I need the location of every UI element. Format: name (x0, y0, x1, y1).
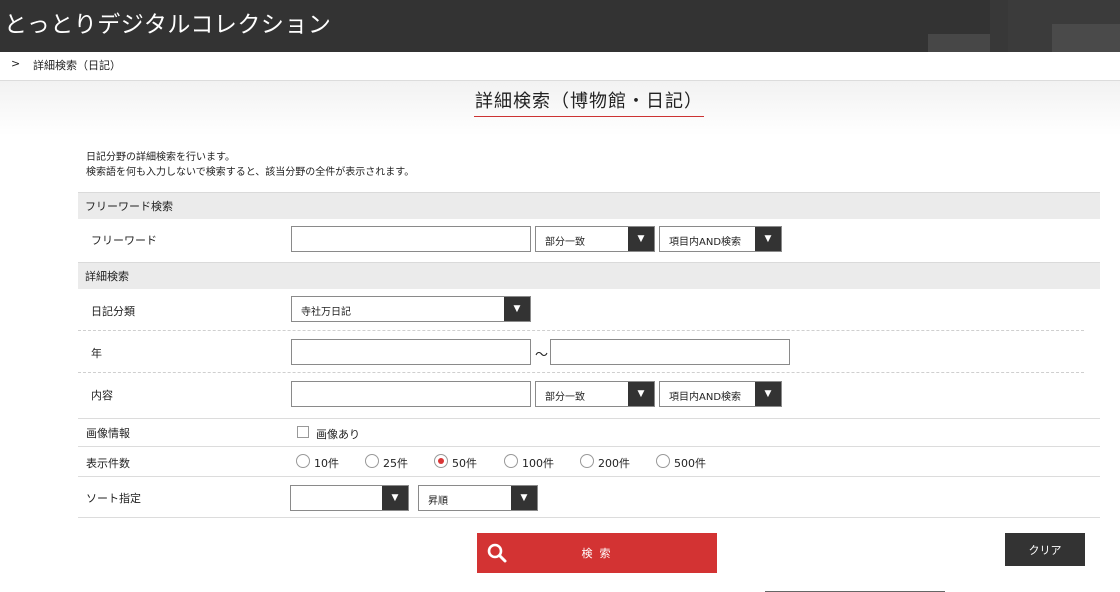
display-count-radio-10[interactable] (296, 454, 310, 468)
content-label: 内容 (91, 389, 113, 402)
chevron-down-icon: ▼ (511, 486, 537, 510)
select-value: 項目内AND検索 (669, 392, 742, 403)
site-header: とっとりデジタルコレクション (0, 0, 1120, 52)
freeword-input[interactable] (291, 226, 531, 252)
display-count-option: 200件 (598, 457, 630, 470)
image-info-label: 画像情報 (86, 427, 130, 440)
site-title-link[interactable]: とっとりデジタルコレクション (4, 10, 331, 40)
display-count-radio-500[interactable] (656, 454, 670, 468)
clear-button[interactable]: クリア (1005, 533, 1085, 566)
image-available-checkbox[interactable] (297, 426, 309, 438)
year-label: 年 (91, 347, 102, 360)
display-count-option: 500件 (674, 457, 706, 470)
chevron-down-icon: ▼ (504, 297, 530, 321)
select-value: 項目内AND検索 (669, 237, 742, 248)
display-count-radio-25[interactable] (365, 454, 379, 468)
breadcrumb: > 詳細検索（日記） (0, 52, 1120, 81)
freeword-section-heading: フリーワード検索 (78, 192, 1100, 219)
display-count-radio-50[interactable] (434, 454, 448, 468)
sort-field-select[interactable]: ▼ (290, 485, 409, 511)
section-heading-text: 詳細検索 (85, 270, 129, 283)
chevron-down-icon: ▼ (628, 227, 654, 251)
intro-line: 検索語を何も入力しないで検索すると、該当分野の全件が表示されます。 (86, 167, 415, 178)
display-count-radio-100[interactable] (504, 454, 518, 468)
content-match-select[interactable]: 部分一致 ▼ (535, 381, 655, 407)
display-count-option: 50件 (452, 457, 477, 470)
row-divider (78, 372, 1084, 373)
year-range-separator: ～ (535, 348, 549, 363)
sort-label: ソート指定 (86, 492, 141, 505)
display-count-option: 25件 (383, 457, 408, 470)
row-divider (78, 517, 1100, 518)
chevron-down-icon: ▼ (755, 382, 781, 406)
search-button[interactable]: 検 索 (477, 533, 717, 573)
freeword-logic-select[interactable]: 項目内AND検索 ▼ (659, 226, 782, 252)
display-count-option: 100件 (522, 457, 554, 470)
chevron-down-icon: ▼ (628, 382, 654, 406)
row-divider (78, 476, 1100, 477)
sort-order-select[interactable]: 昇順 ▼ (418, 485, 538, 511)
select-value: 部分一致 (545, 237, 585, 248)
intro-text: 日記分野の詳細検索を行います。 検索語を何も入力しないで検索すると、該当分野の全… (86, 150, 414, 180)
row-divider (78, 446, 1100, 447)
freeword-match-select[interactable]: 部分一致 ▼ (535, 226, 655, 252)
header-decoration (1052, 24, 1120, 52)
display-count-label: 表示件数 (86, 457, 130, 470)
page-title: 詳細検索（博物館・日記） (474, 90, 704, 117)
year-from-input[interactable] (291, 339, 531, 365)
header-decoration (928, 34, 990, 52)
category-select[interactable]: 寺社万日記 ▼ (291, 296, 531, 322)
intro-line: 日記分野の詳細検索を行います。 (86, 152, 235, 163)
image-available-label: 画像あり (316, 428, 360, 441)
section-heading-text: フリーワード検索 (85, 200, 173, 213)
content-input[interactable] (291, 381, 531, 407)
header-decoration (990, 0, 1008, 52)
display-count-radio-200[interactable] (580, 454, 594, 468)
category-label: 日記分類 (91, 305, 135, 318)
year-to-input[interactable] (550, 339, 790, 365)
chevron-down-icon: ▼ (382, 486, 408, 510)
display-count-option: 10件 (314, 457, 339, 470)
content-logic-select[interactable]: 項目内AND検索 ▼ (659, 381, 782, 407)
breadcrumb-separator: > (11, 57, 21, 70)
select-value: 寺社万日記 (301, 307, 351, 318)
freeword-label: フリーワード (91, 234, 157, 247)
select-value: 昇順 (428, 496, 448, 507)
search-button-label: 検 索 (581, 548, 613, 560)
breadcrumb-current: 詳細検索（日記） (33, 59, 121, 72)
select-value: 部分一致 (545, 392, 585, 403)
detail-section-heading: 詳細検索 (78, 262, 1100, 289)
row-divider (78, 418, 1100, 419)
row-divider (78, 330, 1084, 331)
chevron-down-icon: ▼ (755, 227, 781, 251)
